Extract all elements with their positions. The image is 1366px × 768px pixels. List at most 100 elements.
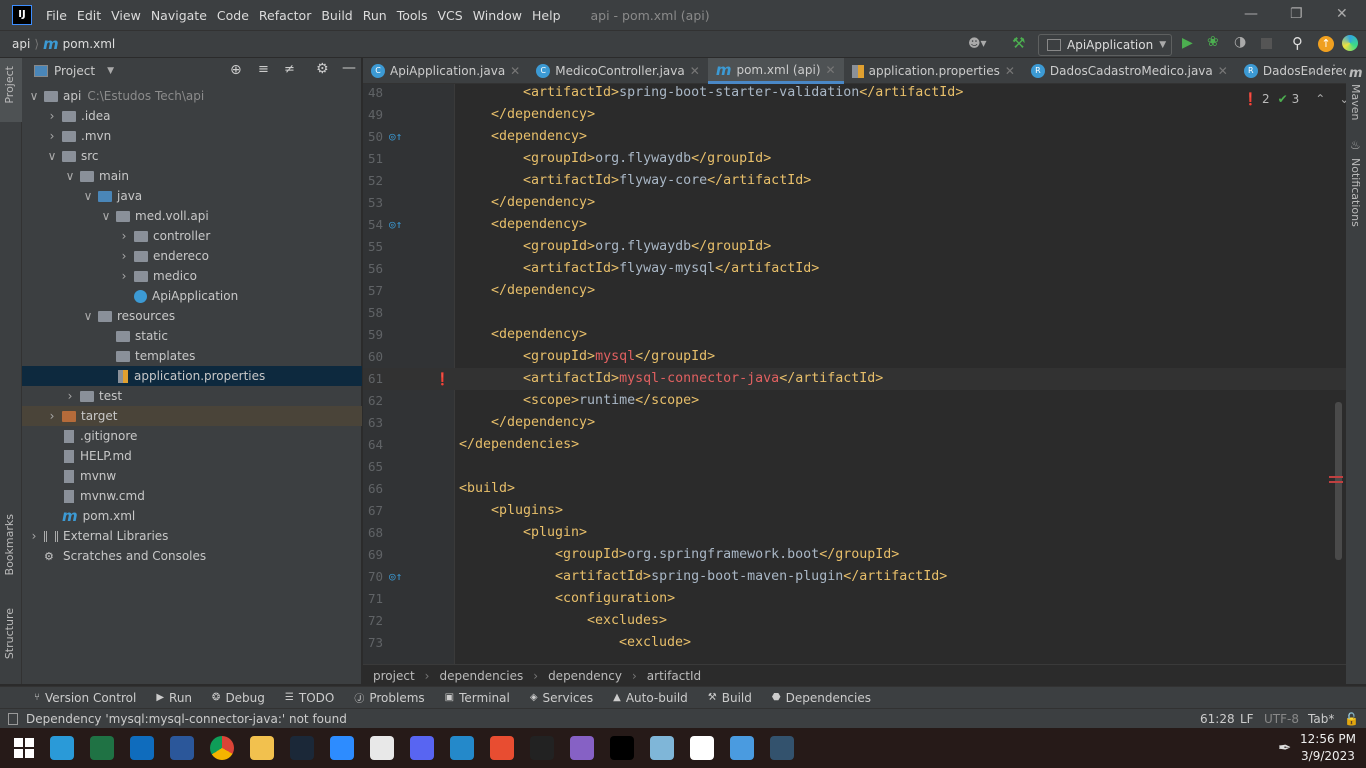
edge-icon[interactable] [50, 736, 74, 760]
tree-item[interactable]: templates [22, 346, 362, 366]
tree-item[interactable]: static [22, 326, 362, 346]
vscode-icon[interactable] [450, 736, 474, 760]
toolbox-icon[interactable] [1342, 35, 1358, 51]
update-icon[interactable]: ↑ [1318, 36, 1334, 52]
chevron-down-icon[interactable]: ∨ [82, 189, 94, 203]
tree-item[interactable]: m pom.xml [22, 506, 362, 526]
breadcrumb-dependencies[interactable]: dependencies [439, 669, 523, 683]
breadcrumb-dependency[interactable]: dependency [548, 669, 622, 683]
tree-item[interactable]: HELP.md [22, 446, 362, 466]
error-stripe-marker[interactable] [1329, 481, 1343, 483]
maximize-button[interactable]: ❐ [1290, 6, 1303, 22]
tree-item[interactable]: ∨ med.voll.api [22, 206, 362, 226]
tree-item[interactable]: › .mvn [22, 126, 362, 146]
tree-item[interactable]: ∨ resources [22, 306, 362, 326]
search-icon[interactable]: ⚲ [1292, 34, 1303, 52]
clock[interactable]: 12:56 PM 3/9/2023 [1300, 731, 1356, 765]
breadcrumb-artifactid[interactable]: artifactId [647, 669, 701, 683]
run-icon[interactable]: ▶ [1182, 35, 1193, 51]
notifications-tool-tab[interactable]: Notifications [1349, 158, 1362, 227]
chrome-icon[interactable] [210, 736, 234, 760]
chevron-right-icon[interactable]: › [118, 269, 130, 283]
tree-item[interactable]: › medico [22, 266, 362, 286]
tree-item[interactable]: › endereco [22, 246, 362, 266]
menu-help[interactable]: Help [532, 8, 561, 23]
tree-item[interactable]: › External Libraries [22, 526, 362, 546]
chevron-down-icon[interactable]: ∨ [46, 149, 58, 163]
panel-toggle-icon[interactable] [8, 712, 18, 725]
chevron-right-icon[interactable]: › [64, 389, 76, 403]
gear-icon[interactable]: ⚙ [316, 61, 329, 77]
paint-icon[interactable] [370, 736, 394, 760]
epic-games-icon[interactable] [530, 736, 554, 760]
chevron-right-icon[interactable]: › [46, 409, 58, 423]
chevron-down-icon[interactable]: ∨ [28, 89, 40, 103]
chevron-down-icon[interactable]: ∨ [100, 209, 112, 223]
tree-item[interactable]: mvnw.cmd [22, 486, 362, 506]
stop-icon[interactable] [1261, 38, 1272, 49]
breadcrumb-api[interactable]: api [12, 37, 30, 51]
tab-dadoscadastromedico-java[interactable]: R DadosCadastroMedico.java ✕ [1023, 58, 1236, 84]
next-highlight-icon[interactable]: ⌄ [1339, 92, 1346, 106]
outlook-icon[interactable] [130, 736, 154, 760]
chevron-right-icon[interactable]: › [46, 129, 58, 143]
tree-item[interactable]: › test [22, 386, 362, 406]
project-tool-tab[interactable]: Project [3, 66, 16, 104]
tool-window-version-control[interactable]: ⑂ Version Control [34, 691, 136, 705]
tool-window-build[interactable]: ⚒ Build [708, 691, 752, 705]
breadcrumb-project[interactable]: project [373, 669, 415, 683]
tool-window-run[interactable]: ▶ Run [156, 691, 192, 705]
close-tab-icon[interactable]: ✕ [510, 64, 520, 78]
bookmarks-tool-tab[interactable]: Bookmarks [3, 514, 16, 575]
eclipse-icon[interactable] [690, 736, 714, 760]
lock-icon[interactable]: 🔓 [1344, 712, 1359, 726]
tree-item[interactable]: › target [22, 406, 362, 426]
caret-position[interactable]: 61:28 [1200, 712, 1235, 726]
expand-all-icon[interactable]: ≡ [258, 62, 269, 77]
tab-medicocontroller-java[interactable]: C MedicoController.java ✕ [528, 58, 708, 84]
close-tab-icon[interactable]: ✕ [690, 64, 700, 78]
chevron-right-icon[interactable]: › [46, 109, 58, 123]
tool-window-terminal[interactable]: ▣ Terminal [445, 691, 510, 705]
tree-item[interactable]: ⚙ Scratches and Consoles [22, 546, 362, 566]
build-hammer-icon[interactable]: ⚒ [1012, 34, 1025, 52]
tree-item[interactable]: ApiApplication [22, 286, 362, 306]
chevron-right-icon[interactable]: › [28, 529, 40, 543]
override-gutter-icon[interactable]: ◎↑ [389, 214, 402, 236]
tree-item[interactable]: mvnw [22, 466, 362, 486]
zoom-icon[interactable] [330, 736, 354, 760]
locate-icon[interactable]: ⊕ [230, 62, 242, 78]
tool-window-services[interactable]: ◈ Services [530, 691, 593, 705]
git-icon[interactable] [490, 736, 514, 760]
tree-item[interactable]: .gitignore [22, 426, 362, 446]
chevron-down-icon[interactable]: ▼ [107, 66, 114, 76]
override-gutter-icon[interactable]: ◎↑ [389, 566, 402, 588]
error-stripe-marker[interactable] [1329, 476, 1343, 478]
menu-view[interactable]: View [111, 8, 141, 23]
file-explorer-icon[interactable] [250, 736, 274, 760]
chevron-right-icon[interactable]: › [118, 249, 130, 263]
coverage-icon[interactable]: ◑ [1234, 34, 1246, 50]
tab-application-properties[interactable]: application.properties ✕ [844, 58, 1023, 84]
chevron-down-icon[interactable]: ∨ [82, 309, 94, 323]
status-message[interactable]: Dependency 'mysql:mysql-connector-java:'… [26, 712, 347, 726]
tab-pom-xml-api-[interactable]: m pom.xml (api) ✕ [707, 58, 844, 84]
collapse-all-icon[interactable]: ≠ [284, 62, 295, 77]
pen-icon[interactable]: ✒ [1278, 738, 1291, 757]
menu-code[interactable]: Code [217, 8, 249, 23]
tree-item[interactable]: ∨ java [22, 186, 362, 206]
windows-start-icon[interactable] [14, 738, 34, 758]
word-icon[interactable] [170, 736, 194, 760]
chevron-down-icon[interactable]: ∨ [64, 169, 76, 183]
minimize-button[interactable]: — [1244, 6, 1258, 22]
close-tab-icon[interactable]: ✕ [826, 63, 836, 77]
close-button[interactable]: ✕ [1336, 6, 1348, 22]
control-panel-icon[interactable] [730, 736, 754, 760]
user-icon[interactable]: ☻▾ [968, 36, 987, 50]
chevron-right-icon[interactable]: › [118, 229, 130, 243]
maven-tool-tab[interactable]: Maven [1349, 84, 1362, 120]
more-icon[interactable]: ⋮ [1328, 62, 1340, 76]
menu-edit[interactable]: Edit [77, 8, 101, 23]
visual-studio-icon[interactable] [570, 736, 594, 760]
intellij-icon[interactable] [610, 736, 634, 760]
